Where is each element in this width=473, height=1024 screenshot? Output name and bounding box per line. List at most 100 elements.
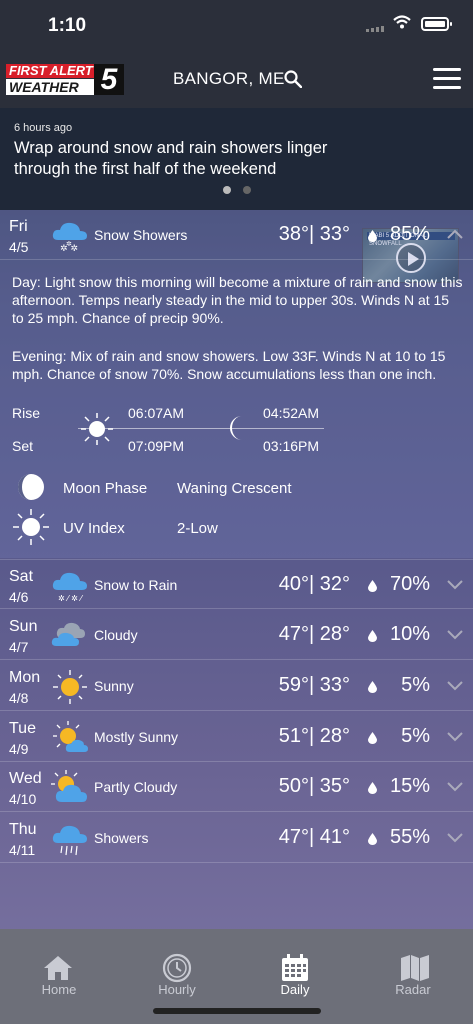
day-condition: Snow Showers bbox=[94, 227, 188, 243]
chevron-down-icon[interactable] bbox=[446, 831, 464, 843]
moonset-time: 03:16PM bbox=[263, 438, 320, 454]
calendar-icon bbox=[282, 954, 308, 981]
chevron-down-icon[interactable] bbox=[446, 679, 464, 691]
chevron-down-icon[interactable] bbox=[446, 578, 464, 590]
tab-home[interactable]: Home bbox=[0, 929, 118, 1004]
clock-icon bbox=[162, 953, 192, 983]
day-row[interactable]: Wed 4/10 Partly Cloudy 50°| 35° 15% bbox=[0, 762, 473, 812]
day-condition: Partly Cloudy bbox=[94, 779, 178, 795]
snow-rain-icon: ✲ ⁄ ✲ ⁄ bbox=[52, 572, 87, 603]
chevron-down-icon[interactable] bbox=[446, 628, 464, 640]
uv-index-value: 2-Low bbox=[177, 520, 218, 537]
moon-phase-value: Waning Crescent bbox=[177, 480, 292, 497]
precip-chance: 15% bbox=[389, 775, 430, 797]
sun-icon bbox=[81, 413, 113, 445]
wifi-icon bbox=[393, 15, 411, 29]
carousel-page-dots[interactable] bbox=[223, 186, 251, 194]
tab-daily[interactable]: Daily bbox=[236, 929, 354, 1004]
precip-chance: 5% bbox=[401, 725, 430, 747]
mostly-sunny-icon bbox=[53, 721, 88, 752]
day-temperatures: 50°| 35° bbox=[278, 775, 350, 797]
day-name: Wed bbox=[9, 770, 42, 787]
day-condition: Snow to Rain bbox=[94, 577, 178, 593]
sunrise-time: 06:07AM bbox=[128, 405, 185, 421]
svg-text:✲: ✲ bbox=[66, 240, 72, 248]
day-date: 4/7 bbox=[9, 639, 29, 655]
news-headline[interactable]: Wrap around snow and rain showers linger… bbox=[14, 138, 359, 180]
day-condition: Sunny bbox=[94, 678, 134, 694]
sunset-time: 07:09PM bbox=[128, 438, 185, 454]
moon-phase-icon bbox=[18, 474, 44, 500]
day-date: 4/5 bbox=[9, 239, 29, 255]
map-icon bbox=[401, 955, 429, 981]
day-name: Fri bbox=[9, 218, 28, 235]
day-name: Tue bbox=[9, 720, 36, 737]
status-bar: 1:10 bbox=[0, 0, 473, 54]
day-date: 4/9 bbox=[9, 741, 29, 757]
precip-chance: 10% bbox=[389, 623, 430, 645]
moon-phase-label: Moon Phase bbox=[63, 480, 148, 497]
logo-line-1: FIRST ALERT bbox=[6, 64, 100, 78]
home-indicator[interactable] bbox=[153, 1008, 321, 1014]
day-date: 4/8 bbox=[9, 690, 29, 706]
day-row[interactable]: Sat 4/6 ✲ ⁄ ✲ ⁄ Snow to Rain 40°| 32° 70… bbox=[0, 559, 473, 609]
day-temperatures: 47°| 41° bbox=[278, 826, 350, 848]
tab-daily-label: Daily bbox=[280, 982, 310, 997]
hamburger-menu-icon[interactable] bbox=[433, 68, 461, 90]
status-time: 1:10 bbox=[48, 15, 87, 36]
day-temperatures: 38°| 33° bbox=[278, 223, 350, 245]
first-alert-weather-logo[interactable]: FIRST ALERT WEATHER 5 bbox=[6, 64, 124, 96]
day-name: Sun bbox=[9, 618, 38, 635]
chevron-down-icon[interactable] bbox=[446, 730, 464, 742]
location-label[interactable]: BANGOR, ME bbox=[173, 69, 285, 89]
tab-hourly-label: Hourly bbox=[158, 982, 196, 997]
svg-text:✲ ⁄ ✲ ⁄: ✲ ⁄ ✲ ⁄ bbox=[58, 594, 83, 603]
day-name: Mon bbox=[9, 669, 41, 686]
day-temperatures: 51°| 28° bbox=[278, 725, 350, 747]
precip-chance: 85% bbox=[389, 223, 430, 245]
precip-chance: 5% bbox=[401, 674, 430, 696]
day-temperatures: 40°| 32° bbox=[278, 573, 350, 595]
home-icon bbox=[44, 956, 72, 980]
page-dot-1[interactable] bbox=[223, 186, 231, 194]
tab-home-label: Home bbox=[41, 982, 77, 997]
day-date: 4/11 bbox=[9, 842, 36, 858]
uv-sun-icon bbox=[13, 509, 49, 545]
news-carousel[interactable]: 6 hours ago Wrap around snow and rain sh… bbox=[0, 108, 473, 283]
app-header: FIRST ALERT WEATHER 5 BANGOR, ME bbox=[0, 54, 473, 108]
showers-icon bbox=[52, 825, 87, 856]
day-row[interactable]: Thu 4/11 Showers 47°| 41° 55% bbox=[0, 813, 473, 863]
day-date: 4/10 bbox=[9, 791, 37, 807]
chevron-down-icon[interactable] bbox=[446, 780, 464, 792]
tab-radar[interactable]: Radar bbox=[354, 929, 472, 1004]
snow-showers-icon: ✲ ✲ ✲ bbox=[52, 222, 87, 254]
moon-icon bbox=[230, 416, 242, 440]
day-temperatures: 59°| 33° bbox=[278, 674, 350, 696]
day-row-today[interactable]: Fri 4/5 ✲ ✲ ✲ Snow Showers 38°| 33° 85% bbox=[0, 210, 473, 260]
day-name: Sat bbox=[9, 568, 34, 585]
set-label: Set bbox=[12, 438, 34, 454]
partly-cloudy-icon bbox=[51, 770, 87, 802]
logo-number: 5 bbox=[94, 64, 124, 95]
cellular-signal-icon bbox=[366, 26, 386, 32]
news-timestamp: 6 hours ago bbox=[14, 122, 73, 134]
tab-hourly[interactable]: Hourly bbox=[118, 929, 236, 1004]
battery-icon bbox=[421, 17, 452, 31]
chevron-up-icon[interactable] bbox=[446, 228, 464, 240]
today-expanded-panel bbox=[0, 210, 473, 558]
day-row[interactable]: Mon 4/8 Sunny 59°| 33° 5% bbox=[0, 661, 473, 711]
day-date: 4/6 bbox=[9, 589, 29, 605]
day-row[interactable]: Sun 4/7 Cloudy 47°| 28° 10% bbox=[0, 610, 473, 660]
moonrise-time: 04:52AM bbox=[263, 405, 320, 421]
day-name: Thu bbox=[9, 821, 37, 838]
search-icon[interactable] bbox=[284, 70, 302, 88]
rise-label: Rise bbox=[12, 405, 41, 421]
uv-index-label: UV Index bbox=[63, 520, 125, 537]
day-condition: Cloudy bbox=[94, 627, 138, 643]
day-row[interactable]: Tue 4/9 Mostly Sunny 51°| 28° 5% bbox=[0, 712, 473, 762]
tab-radar-label: Radar bbox=[395, 982, 431, 997]
precip-chance: 70% bbox=[389, 573, 430, 595]
sunny-icon bbox=[53, 670, 87, 704]
day-condition: Showers bbox=[94, 830, 149, 846]
page-dot-2[interactable] bbox=[243, 186, 251, 194]
